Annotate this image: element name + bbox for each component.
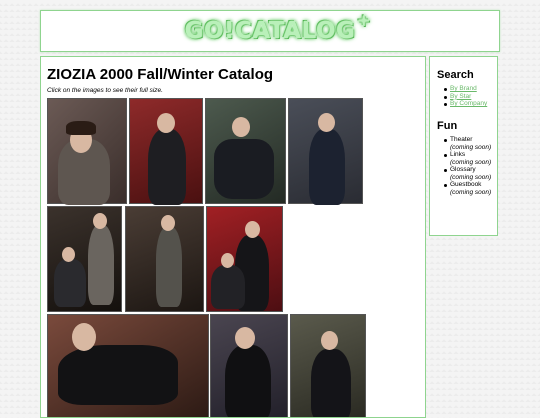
catalog-photo-9[interactable] (210, 314, 288, 417)
search-link-brand: By Brand (444, 85, 496, 93)
fun-item-glossary: Glossary (coming soon) (444, 166, 496, 181)
catalog-photo-6[interactable] (125, 206, 204, 312)
site-header: GO!CATALOG + (40, 10, 500, 52)
catalog-photo-2[interactable] (129, 98, 203, 205)
search-link-company: By Company (444, 100, 496, 108)
logo-text: GO!CATALOG (184, 18, 356, 44)
catalog-panel: ZIOZIA 2000 Fall/Winter Catalog Click on… (40, 56, 426, 418)
fun-item-guestbook: Guestbook (coming soon) (444, 181, 496, 196)
fun-item-theater: Theater (coming soon) (444, 136, 496, 151)
fun-item-label: Glossary (450, 166, 476, 173)
logo-plus: + (356, 11, 372, 31)
search-heading: Search (437, 69, 474, 81)
coming-soon-note: (coming soon) (450, 173, 492, 181)
catalog-photo-7[interactable] (206, 206, 283, 312)
fun-item-links: Links (coming soon) (444, 151, 496, 166)
page-title: ZIOZIA 2000 Fall/Winter Catalog (47, 66, 274, 83)
catalog-photo-3[interactable] (205, 98, 286, 204)
catalog-photo-4[interactable] (288, 98, 363, 205)
coming-soon-note: (coming soon) (450, 143, 492, 151)
catalog-photo-1[interactable] (47, 98, 127, 205)
coming-soon-note: (coming soon) (450, 188, 492, 196)
search-link-star: By Star (444, 93, 496, 101)
fun-item-label: Guestbook (450, 181, 482, 188)
search-links: By Brand By Star By Company (444, 85, 496, 108)
coming-soon-note: (coming soon) (450, 158, 492, 166)
link-by-brand[interactable]: By Brand (450, 85, 477, 92)
instructions-text: Click on the images to see their full si… (47, 87, 163, 94)
site-logo[interactable]: GO!CATALOG + (184, 11, 371, 44)
fun-item-label: Theater (450, 136, 473, 143)
fun-item-label: Links (450, 151, 466, 158)
link-by-company[interactable]: By Company (450, 100, 487, 107)
fun-heading: Fun (437, 120, 458, 132)
link-by-star[interactable]: By Star (450, 93, 471, 100)
catalog-photo-5[interactable] (47, 206, 122, 312)
fun-list: Theater (coming soon) Links (coming soon… (444, 136, 496, 196)
sidebar: Search By Brand By Star By Company Fun T… (429, 56, 498, 236)
catalog-photo-10[interactable] (290, 314, 366, 417)
catalog-photo-8[interactable] (47, 314, 209, 417)
